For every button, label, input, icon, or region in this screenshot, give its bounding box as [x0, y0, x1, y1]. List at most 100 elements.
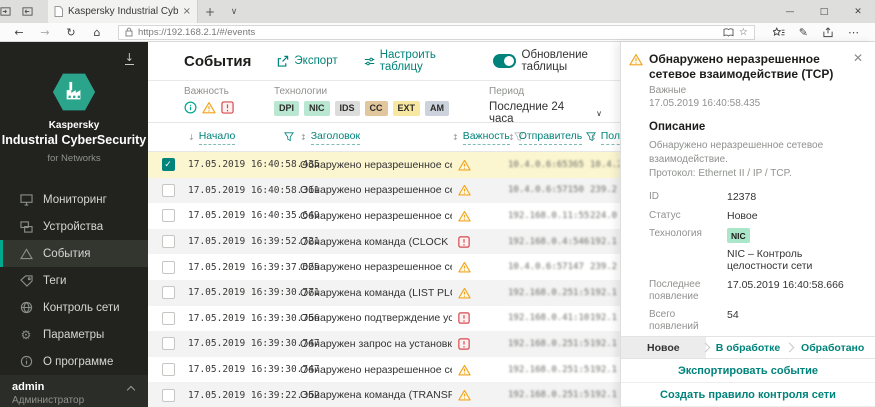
sidebar-item-label: Теги: [43, 274, 67, 287]
warning-severity-icon[interactable]: [202, 101, 216, 114]
tab-list-chevron-icon[interactable]: ∨: [222, 7, 246, 17]
sidebar-item-about[interactable]: О программе: [0, 348, 148, 375]
sidebar-item-label: Устройства: [43, 220, 104, 233]
window-controls: — □ ✕: [773, 0, 875, 23]
web-notes-pen-icon[interactable]: ✎: [799, 26, 808, 39]
panel-meta: Важные 17.05.2019 16:40:58.435: [649, 85, 863, 109]
row-checkbox[interactable]: [148, 388, 188, 402]
event-receiver: 239.2: [590, 185, 618, 196]
table-row[interactable]: ✓ 17.05.2019 16:40:58.435 Обнаружено нераз…: [148, 152, 620, 178]
detail-label: Всего появлений: [649, 309, 699, 332]
table-row[interactable]: 17.05.2019 16:39:22.352 Обнаружена команд…: [148, 382, 620, 407]
event-sender: 192.168.0.4:54683: [508, 236, 590, 247]
column-header-severity[interactable]: ↕ Важность: [452, 129, 524, 146]
refresh-button[interactable]: ↻: [60, 26, 82, 39]
forward-button[interactable]: →: [34, 26, 56, 39]
column-label: Полу: [600, 129, 620, 146]
browser-tab[interactable]: Kaspersky Industrial Cyb ×: [48, 0, 198, 23]
row-checkbox[interactable]: [148, 260, 188, 274]
tech-badge-ext[interactable]: EXT: [392, 101, 421, 116]
table-row[interactable]: 17.05.2019 16:39:30.756 Обнаружено подтве…: [148, 306, 620, 332]
event-title: Обнаружено подтверждение устано...: [300, 312, 452, 325]
configure-table-label: Настроить таблицу: [379, 49, 436, 73]
table-row[interactable]: 17.05.2019 16:40:58.311 Обнаружено неразр…: [148, 177, 620, 204]
favorite-star-icon[interactable]: ☆: [739, 27, 748, 38]
reading-view-icon[interactable]: [723, 27, 734, 37]
row-checkbox[interactable]: [148, 311, 188, 325]
sidebar-item-events[interactable]: События: [0, 240, 148, 267]
maximize-button[interactable]: □: [807, 0, 841, 23]
tech-badge-cc[interactable]: CC: [364, 101, 388, 116]
row-checkbox[interactable]: [148, 363, 188, 377]
favorites-hub-icon[interactable]: [772, 26, 785, 38]
create-network-rule-button[interactable]: Создать правило контроля сети: [621, 383, 875, 407]
tab-close-icon[interactable]: ×: [183, 6, 191, 17]
address-bar[interactable]: https://192.168.2.1/#/events ☆: [118, 24, 755, 40]
status-step-2[interactable]: В обработке: [706, 337, 791, 358]
info-severity-icon[interactable]: [184, 101, 197, 114]
sidebar-item-network-control[interactable]: Контроль сети: [0, 294, 148, 321]
table-row[interactable]: 17.05.2019 16:39:30.747 Обнаружено неразр…: [148, 357, 620, 383]
chevron-down-icon: ∨: [596, 108, 602, 118]
row-checkbox[interactable]: [148, 286, 188, 300]
event-title: Обнаружена команда (TRANSFER PR...: [300, 389, 452, 402]
share-icon[interactable]: [822, 26, 834, 38]
export-button[interactable]: Экспорт: [277, 55, 338, 67]
table-row[interactable]: 17.05.2019 16:40:35.649 Обнаружено неразр…: [148, 203, 620, 229]
event-receiver: 224.0: [590, 210, 618, 221]
back-button[interactable]: ←: [8, 26, 30, 39]
table-refresh-toggle[interactable]: [493, 54, 516, 68]
minimize-button[interactable]: —: [773, 0, 807, 23]
close-panel-icon[interactable]: ✕: [853, 52, 863, 82]
column-header-sender[interactable]: ↕ Отправитель: [508, 129, 597, 146]
download-report-icon[interactable]: ↓: [124, 52, 134, 65]
event-sender: 192.168.0.11:550.: [508, 210, 590, 221]
set-tabs-aside-icon[interactable]: [0, 6, 22, 17]
sort-desc-icon: ↓: [188, 132, 195, 142]
column-header-receiver[interactable]: ↕ Полу: [590, 129, 620, 146]
sidebar-item-monitoring[interactable]: Мониторинг: [0, 186, 148, 213]
tag-icon: [19, 274, 33, 288]
tech-badge-dpi[interactable]: DPI: [274, 101, 300, 116]
event-title: Обнаружена команда (LIST PLC MEM...: [300, 286, 452, 299]
new-tab-button[interactable]: +: [198, 5, 222, 19]
detail-row: Всего появлений 54: [649, 309, 863, 333]
row-checkbox[interactable]: [148, 209, 188, 223]
tab-preview-icon[interactable]: [22, 6, 44, 17]
more-menu-icon[interactable]: ⋯: [848, 26, 859, 39]
detail-row: Статус Новое: [649, 210, 863, 222]
home-button[interactable]: ⌂: [86, 26, 108, 39]
tech-badge-am[interactable]: AM: [425, 101, 450, 116]
export-event-button[interactable]: Экспортировать событие: [621, 359, 875, 383]
column-header-title[interactable]: ↕ Заголовок: [300, 129, 452, 146]
detail-label: Технология: [649, 228, 702, 239]
row-checkbox[interactable]: [148, 235, 188, 249]
row-checkbox[interactable]: ✓: [148, 158, 188, 172]
filter-funnel-icon[interactable]: [284, 132, 294, 142]
column-header-start[interactable]: ↓ Начало: [188, 129, 300, 146]
sidebar-item-settings[interactable]: ⚙ Параметры: [0, 321, 148, 348]
devices-icon: [19, 220, 33, 234]
status-step-3[interactable]: Обработано: [790, 337, 875, 358]
user-block[interactable]: admin Администратор: [0, 375, 148, 407]
tech-badge-nic[interactable]: NIC: [304, 101, 330, 116]
close-window-button[interactable]: ✕: [841, 0, 875, 23]
sidebar-item-tags[interactable]: Теги: [0, 267, 148, 294]
gear-icon: ⚙: [20, 327, 32, 342]
tech-badge-ids[interactable]: IDS: [334, 101, 360, 116]
table-row[interactable]: 17.05.2019 16:39:30.771 Обнаружена команд…: [148, 279, 620, 306]
event-start-time: 17.05.2019 16:39:30.747: [188, 364, 320, 376]
page-title: События: [184, 52, 252, 70]
row-checkbox[interactable]: [148, 183, 188, 197]
sidebar-item-devices[interactable]: Устройства: [0, 213, 148, 240]
table-row[interactable]: 17.05.2019 16:39:52.721 Обнаружена команд…: [148, 228, 620, 255]
row-checkbox[interactable]: [148, 337, 188, 351]
table-row[interactable]: 17.05.2019 16:39:30.747 Обнаружен запрос …: [148, 331, 620, 357]
critical-severity-icon[interactable]: [221, 101, 234, 114]
table-row[interactable]: 17.05.2019 16:39:37.625 Обнаружено неразр…: [148, 254, 620, 280]
panel-body: Обнаружено неразрешенное сетевое взаимод…: [621, 42, 875, 336]
configure-table-button[interactable]: Настроить таблицу: [364, 49, 468, 73]
event-receiver: 192.1: [590, 313, 618, 324]
status-step-1[interactable]: Новое: [621, 337, 706, 358]
url-text[interactable]: https://192.168.2.1/#/events: [138, 27, 718, 38]
